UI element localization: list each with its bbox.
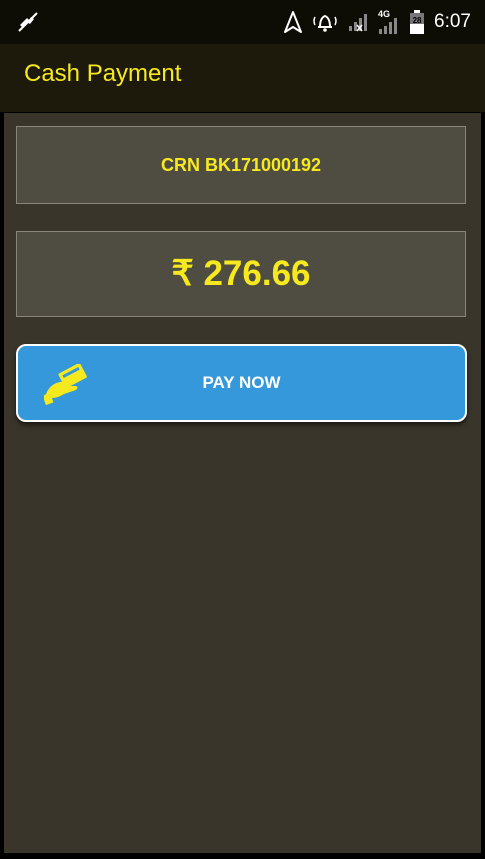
pay-now-button[interactable]: PAY NOW (16, 344, 467, 422)
main-content: CRN BK171000192 ₹ 276.66 PAY NOW (4, 113, 481, 853)
amount-card: ₹ 276.66 (16, 231, 466, 317)
app-bar: Cash Payment (0, 44, 485, 113)
amount-text: ₹ 276.66 (171, 254, 311, 293)
signal-icon (349, 14, 368, 32)
navigation-icon (284, 11, 303, 33)
signal-4g-icon: 4G (378, 9, 400, 35)
screen: 4G 28 6:07 Cash Payment CRN BK171000192 (0, 0, 485, 859)
status-bar: 4G 28 6:07 (0, 0, 485, 44)
battery-level-label: 28 (412, 16, 422, 25)
alarm-icon (313, 14, 337, 32)
crn-text: CRN BK171000192 (160, 154, 322, 175)
battery-icon: 28 (410, 10, 425, 34)
page-title: Cash Payment (24, 60, 182, 87)
status-time: 6:07 (434, 11, 471, 32)
pay-now-label: PAY NOW (202, 373, 281, 392)
frame-border (0, 853, 485, 859)
no-notifications-icon (18, 12, 38, 32)
crn-card: CRN BK171000192 (16, 126, 466, 204)
status-icons: 4G 28 6:07 (284, 0, 471, 44)
